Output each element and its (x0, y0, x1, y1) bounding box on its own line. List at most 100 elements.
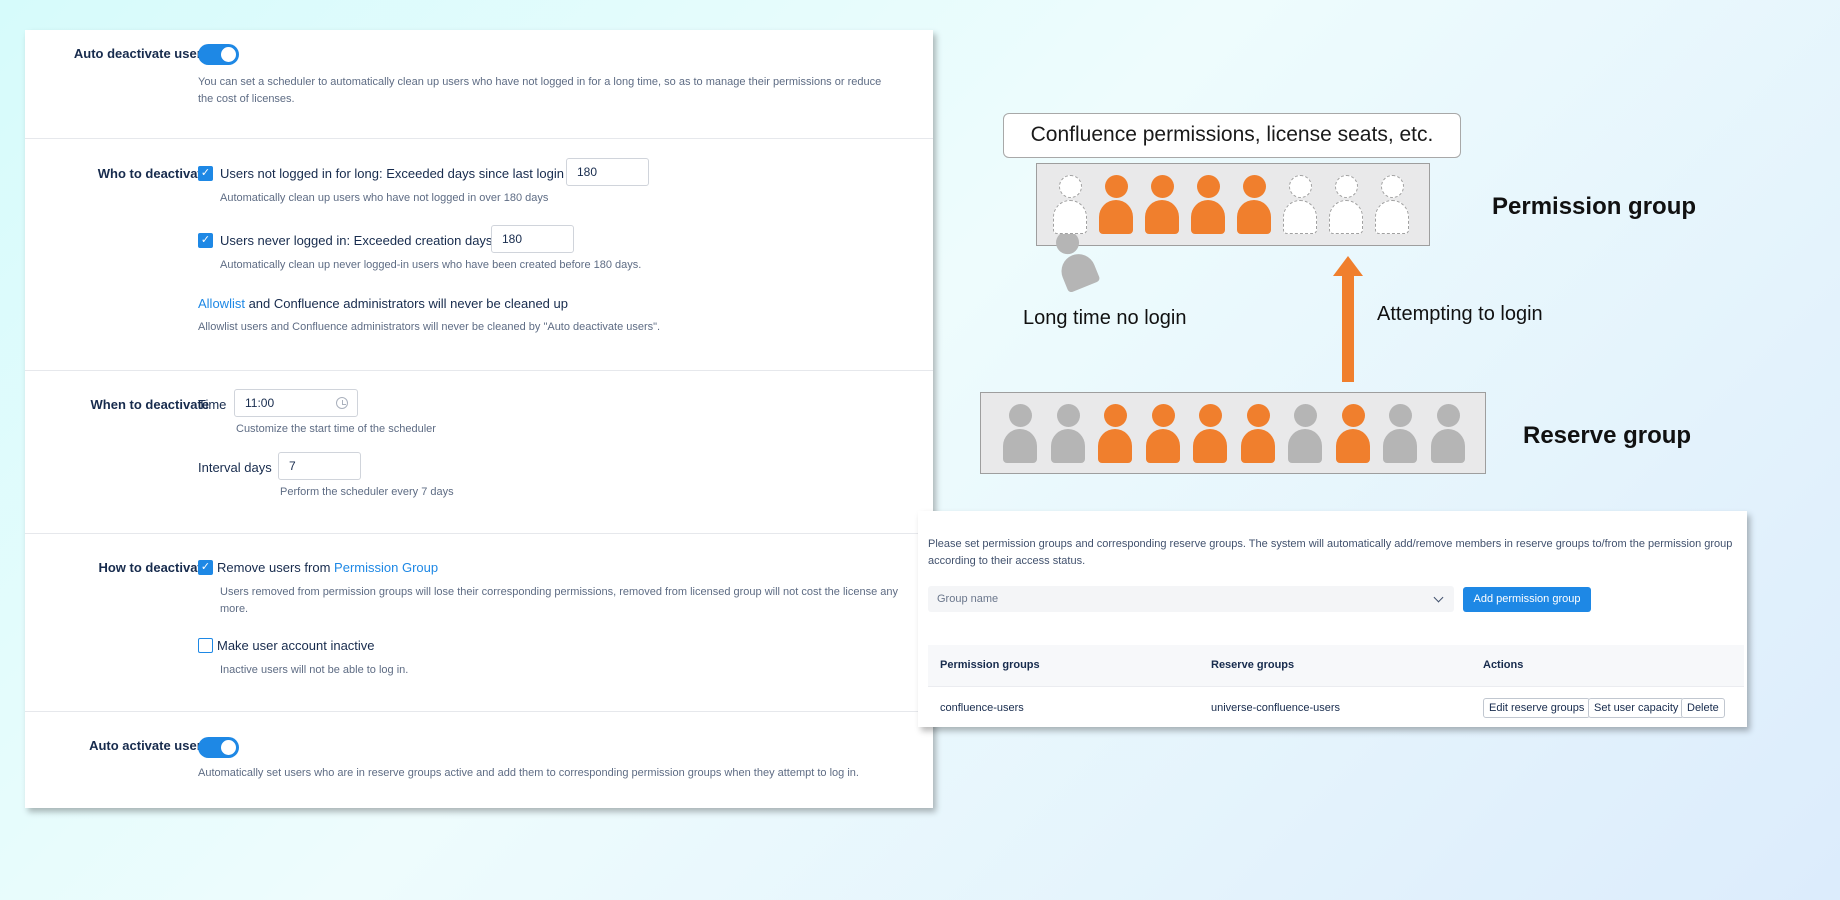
person-body (1191, 200, 1225, 234)
person-body (1098, 429, 1132, 463)
column-permission-groups: Permission groups (940, 659, 1040, 671)
who-to-deactivate-label: Who to deactivate (97, 166, 209, 181)
person-head (1105, 175, 1128, 198)
auto-activate-toggle[interactable] (198, 737, 239, 758)
orange-user-figure (1191, 175, 1225, 235)
person-head (1294, 404, 1317, 427)
column-actions: Actions (1483, 659, 1524, 671)
orange-user-figure (1237, 175, 1271, 235)
orange-user-figure (1099, 175, 1133, 235)
auto-deactivate-desc: You can set a scheduler to automatically… (198, 76, 882, 105)
time-value: 11:00 (245, 396, 275, 410)
permission-group-link[interactable]: Permission Group (334, 560, 438, 575)
person-body (1193, 429, 1227, 463)
remove-users-text: Remove users from (217, 560, 335, 575)
permission-groups-intro: Please set permission groups and corresp… (928, 538, 1733, 567)
reserve-group-label: Reserve group (1523, 422, 1692, 449)
auto-activate-section: Auto activate users Automatically set us… (25, 711, 933, 808)
reserve-group-cell: universe-confluence-users (1211, 702, 1341, 714)
when-to-deactivate-section: When to deactivate Time 11:00 Customize … (25, 370, 933, 533)
allowlist-desc: Allowlist users and Confluence administr… (198, 321, 661, 333)
person-head (1151, 404, 1175, 427)
table-header: Permission groups Reserve groups Actions (928, 645, 1744, 687)
add-permission-group-button[interactable]: Add permission group (1463, 587, 1591, 612)
auto-activate-label: Auto activate users (89, 738, 209, 753)
orange-user-figure (1193, 404, 1227, 464)
time-desc: Customize the start time of the schedule… (236, 423, 436, 435)
orange-user-figure (1145, 175, 1179, 235)
auto-deactivate-toggle[interactable] (198, 44, 239, 65)
when-to-deactivate-label: When to deactivate (90, 397, 209, 412)
permission-group-label: Permission group (1492, 193, 1697, 220)
dashed-user-figure (1053, 175, 1087, 235)
person-head (1197, 175, 1220, 198)
set-user-capacity-button[interactable]: Set user capacity (1588, 698, 1685, 718)
person-head (1104, 404, 1127, 427)
not-logged-checkbox[interactable]: ✓ (198, 166, 213, 181)
orange-user-figure (1335, 404, 1370, 464)
how-to-deactivate-label: How to deactivate (98, 560, 209, 575)
make-inactive-text: Make user account inactive (217, 638, 375, 653)
person-body (1053, 200, 1087, 234)
remove-users-checkbox[interactable]: ✓ (198, 560, 213, 575)
chevron-down-icon (1433, 592, 1444, 603)
time-input[interactable]: 11:00 (234, 389, 358, 417)
interval-days-input[interactable]: 7 (278, 452, 361, 480)
person-head (1243, 175, 1266, 198)
gray-user-figure (1430, 404, 1465, 464)
person-body (1099, 200, 1133, 234)
long-time-no-login-label: Long time no login (1023, 307, 1187, 329)
person-body (1237, 200, 1271, 234)
person-body (1050, 429, 1085, 463)
column-reserve-groups: Reserve groups (1211, 659, 1295, 671)
orange-user-figure (1145, 404, 1180, 464)
dashed-user-figure (1283, 175, 1317, 235)
delete-button[interactable]: Delete (1681, 698, 1725, 718)
allowlist-link[interactable]: Allowlist (198, 296, 245, 311)
never-logged-text: Users never logged in: Exceeded creation… (220, 233, 493, 248)
never-logged-checkbox[interactable]: ✓ (198, 233, 213, 248)
person-head (1335, 175, 1358, 198)
allowlist-text: and Confluence administrators will never… (244, 296, 568, 311)
time-label: Time (198, 397, 227, 412)
person-body (1288, 429, 1322, 463)
group-name-select[interactable]: Group name (928, 586, 1454, 612)
auto-activate-desc: Automatically set users who are in reser… (198, 767, 859, 779)
edit-reserve-groups-button[interactable]: Edit reserve groups (1483, 698, 1591, 718)
person-head (1436, 404, 1460, 427)
auto-deactivate-label: Auto deactivate users (73, 46, 209, 61)
make-inactive-desc: Inactive users will not be able to log i… (220, 664, 409, 676)
interval-days-desc: Perform the scheduler every 7 days (280, 486, 454, 498)
permission-group-box (1036, 163, 1430, 246)
never-logged-days-input[interactable]: 180 (491, 225, 574, 253)
person-head (1289, 175, 1312, 198)
person-body (1329, 200, 1363, 234)
person-head (1009, 404, 1032, 427)
person-head (1341, 404, 1365, 427)
person-body (1283, 200, 1317, 234)
interval-days-label: Interval days (198, 460, 272, 475)
orange-user-figure (1240, 404, 1275, 464)
login-arrow-icon (1333, 256, 1363, 382)
not-logged-text: Users not logged in for long: Exceeded d… (220, 166, 564, 181)
remove-users-row: Remove users from Permission Group (217, 560, 438, 575)
not-logged-days-input[interactable]: 180 (566, 158, 649, 186)
make-inactive-checkbox[interactable] (198, 638, 213, 653)
person-head (1151, 175, 1174, 198)
person-body (1240, 429, 1275, 463)
person-head (1056, 404, 1080, 427)
person-body (1335, 429, 1370, 463)
person-head (1059, 175, 1082, 198)
diagram-caption: Confluence permissions, license seats, e… (1003, 113, 1461, 158)
gray-user-figure (1288, 404, 1322, 464)
person-body (1003, 429, 1037, 463)
settings-panel: Auto deactivate users You can set a sche… (25, 30, 933, 808)
not-logged-desc: Automatically clean up users who have no… (220, 192, 549, 204)
clock-icon (336, 397, 348, 409)
dashed-user-figure (1329, 175, 1363, 235)
who-to-deactivate-section: Who to deactivate ✓ Users not logged in … (25, 138, 933, 370)
person-head (1199, 404, 1222, 427)
person-head (1381, 175, 1404, 198)
person-head (1246, 404, 1270, 427)
person-body (1145, 429, 1180, 463)
